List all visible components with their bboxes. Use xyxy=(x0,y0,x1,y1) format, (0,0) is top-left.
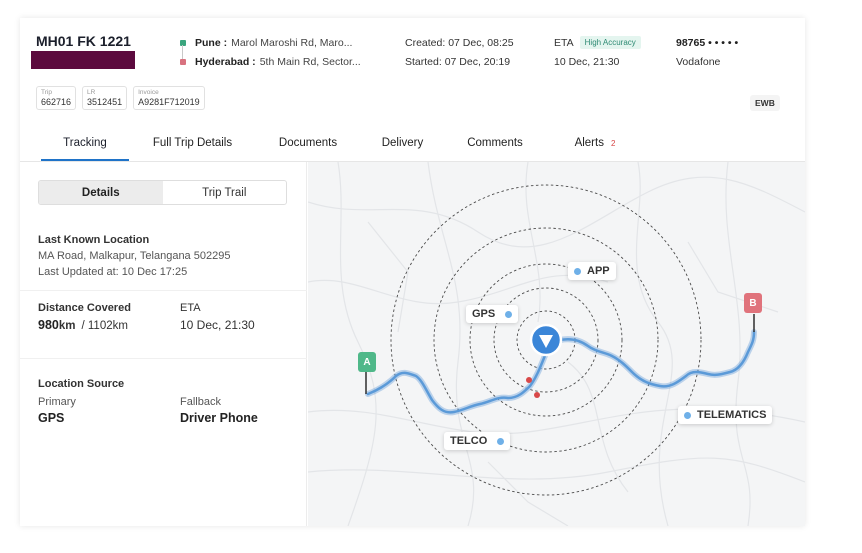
source-chip-telco: TELCO xyxy=(444,432,511,450)
fallback-source: Fallback Driver Phone xyxy=(180,396,258,425)
tab-bar: Tracking Full Trip Details Documents Del… xyxy=(41,130,635,161)
route-summary: Pune : Marol Maroshi Rd, Maro... Hyderab… xyxy=(180,33,361,71)
end-pin[interactable]: B xyxy=(744,293,762,313)
origin-address: Marol Maroshi Rd, Maro... xyxy=(231,36,353,49)
ping-dot xyxy=(526,377,532,383)
source-dot-icon xyxy=(574,267,581,275)
last-known-location: Last Known Location MA Road, Malkapur, T… xyxy=(38,232,230,280)
tab-tracking[interactable]: Tracking xyxy=(41,130,129,161)
distance-total-unit: km xyxy=(112,320,128,332)
accuracy-badge: High Accuracy xyxy=(579,36,641,49)
driver-contact: 98765 • • • • • Vodafone xyxy=(676,33,738,71)
lr-id-value: 3512451 xyxy=(87,97,123,107)
section-divider xyxy=(20,290,307,291)
invoice-id-label: Invoice xyxy=(138,89,159,96)
trip-id-label: Trip xyxy=(41,89,52,96)
started-time: Started: 07 Dec, 20:19 xyxy=(405,55,511,68)
location-source-title: Location Source xyxy=(38,378,125,390)
route-connector xyxy=(182,45,183,59)
distance-value: 980 xyxy=(38,318,59,332)
last-known-address: MA Road, Malkapur, Telangana 502295 xyxy=(38,250,231,262)
map-canvas xyxy=(308,162,805,526)
primary-value: GPS xyxy=(38,411,65,425)
details-segment[interactable]: Details xyxy=(39,181,163,204)
fallback-label: Fallback xyxy=(180,396,221,408)
distance-unit: km xyxy=(58,320,76,332)
eta-value: 10 Dec, 21:30 xyxy=(554,55,620,68)
created-time: Created: 07 Dec, 08:25 xyxy=(405,36,514,49)
distance-covered: Distance Covered 980km/ 1102km xyxy=(38,302,131,332)
source-label: TELCO xyxy=(450,435,488,447)
last-known-title: Last Known Location xyxy=(38,234,150,246)
ewb-button[interactable]: EWB xyxy=(750,95,780,111)
destination-address: 5th Main Rd, Sector... xyxy=(259,55,361,68)
eta-summary: ETA High Accuracy 10 Dec, 21:30 xyxy=(554,33,641,71)
carrier-name: Vodafone xyxy=(676,55,721,68)
tab-documents[interactable]: Documents xyxy=(256,130,360,161)
lr-id-box: LR 3512451 xyxy=(82,86,128,110)
alerts-count-badge: 2 xyxy=(610,139,616,148)
origin-dot-icon xyxy=(180,39,186,46)
primary-source: Primary GPS xyxy=(38,396,76,425)
details-eta-title: ETA xyxy=(180,302,201,314)
trip-times: Created: 07 Dec, 08:25 Started: 07 Dec, … xyxy=(405,33,514,71)
source-dot-icon xyxy=(505,310,513,318)
tab-alerts-label: Alerts xyxy=(574,137,604,149)
lr-id-label: LR xyxy=(87,89,96,96)
source-dot-icon xyxy=(497,437,505,445)
trip-header: MH01 FK 1221 Pune : Marol Maroshi Rd, Ma… xyxy=(20,18,805,162)
eta-label: ETA xyxy=(554,36,574,49)
source-label: TELEMATICS xyxy=(697,409,767,421)
driver-phone[interactable]: 98765 • • • • • xyxy=(676,33,738,52)
source-chip-app: APP xyxy=(568,262,616,280)
details-eta: ETA 10 Dec, 21:30 xyxy=(180,302,255,332)
last-updated: Last Updated at: 10 Dec 17:25 xyxy=(38,266,188,278)
primary-label: Primary xyxy=(38,396,76,408)
tab-delivery[interactable]: Delivery xyxy=(360,130,445,161)
ping-dot xyxy=(534,392,540,398)
source-label: APP xyxy=(587,265,610,277)
trip-id-box: Trip 662716 xyxy=(36,86,77,110)
section-divider xyxy=(20,358,307,359)
invoice-id-box: Invoice A9281F712019 xyxy=(133,86,205,110)
origin-city: Pune : xyxy=(195,36,228,49)
redacted-block xyxy=(31,51,135,69)
details-eta-value: 10 Dec, 21:30 xyxy=(180,318,255,332)
fallback-value: Driver Phone xyxy=(180,411,258,425)
destination-dot-icon xyxy=(180,58,186,65)
details-toggle: Details Trip Trail xyxy=(38,180,287,205)
tracking-map[interactable]: A B APP GPS TELCO TELEMATICS xyxy=(308,162,805,526)
source-chip-gps: GPS xyxy=(466,305,519,323)
tab-full-trip-details[interactable]: Full Trip Details xyxy=(129,130,256,161)
trip-trail-segment[interactable]: Trip Trail xyxy=(163,181,287,204)
source-chip-telematics: TELEMATICS xyxy=(678,406,773,424)
details-panel: Details Trip Trail Last Known Location M… xyxy=(20,162,307,526)
trip-identifiers: Trip 662716 LR 3512451 Invoice A9281F712… xyxy=(36,86,205,110)
distance-title: Distance Covered xyxy=(38,302,131,314)
trip-id-value: 662716 xyxy=(41,97,72,107)
distance-total: / 1102 xyxy=(81,320,113,332)
tab-comments[interactable]: Comments xyxy=(445,130,545,161)
source-label: GPS xyxy=(472,308,496,320)
destination-city: Hyderabad : xyxy=(195,55,256,68)
invoice-id-value: A9281F712019 xyxy=(138,97,200,107)
start-pin[interactable]: A xyxy=(358,352,376,372)
source-dot-icon xyxy=(684,411,691,419)
vehicle-number: MH01 FK 1221 xyxy=(36,33,131,49)
trip-tracking-panel: MH01 FK 1221 Pune : Marol Maroshi Rd, Ma… xyxy=(20,18,805,526)
tab-alerts[interactable]: Alerts 2 xyxy=(545,130,635,161)
